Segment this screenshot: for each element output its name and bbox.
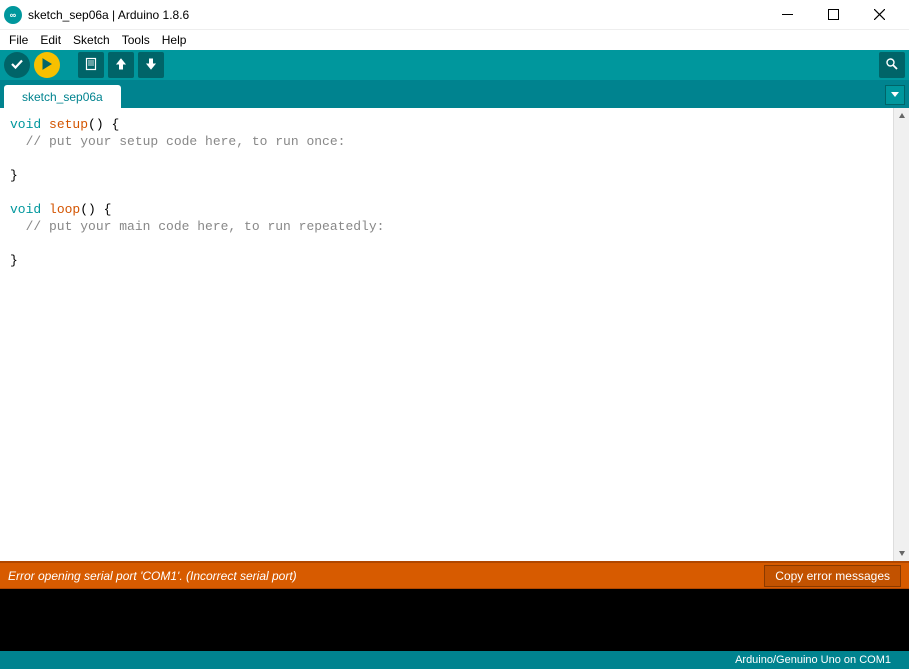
maximize-button[interactable]: [819, 4, 847, 26]
serial-monitor-button[interactable]: [879, 52, 905, 78]
arrow-up-icon: [114, 57, 128, 74]
scroll-track[interactable]: [894, 124, 909, 545]
toolbar: [0, 50, 909, 80]
menu-file[interactable]: File: [4, 33, 33, 47]
menu-sketch[interactable]: Sketch: [68, 33, 115, 47]
code-editor[interactable]: void setup() { // put your setup code he…: [0, 108, 893, 561]
close-button[interactable]: [865, 4, 893, 26]
upload-button[interactable]: [34, 52, 60, 78]
arduino-logo-icon: ∞: [4, 6, 22, 24]
menu-tools[interactable]: Tools: [117, 33, 155, 47]
file-icon: [84, 57, 98, 74]
scroll-up-arrow[interactable]: [894, 108, 909, 124]
menu-help[interactable]: Help: [157, 33, 192, 47]
vertical-scrollbar[interactable]: [893, 108, 909, 561]
open-button[interactable]: [108, 52, 134, 78]
arrow-right-icon: [40, 57, 54, 74]
board-status: Arduino/Genuino Uno on COM1: [735, 654, 891, 666]
menu-bar: File Edit Sketch Tools Help: [0, 30, 909, 50]
editor-container: void setup() { // put your setup code he…: [0, 108, 909, 561]
new-button[interactable]: [78, 52, 104, 78]
error-bar: Error opening serial port 'COM1'. (Incor…: [0, 561, 909, 589]
tab-bar: sketch_sep06a: [0, 80, 909, 108]
magnifier-icon: [885, 57, 899, 74]
tab-menu-button[interactable]: [885, 85, 905, 105]
chevron-down-icon: [890, 88, 900, 102]
arrow-down-icon: [144, 57, 158, 74]
window-title: sketch_sep06a | Arduino 1.8.6: [28, 8, 189, 22]
minimize-button[interactable]: [773, 4, 801, 26]
save-button[interactable]: [138, 52, 164, 78]
copy-error-button[interactable]: Copy error messages: [764, 565, 901, 587]
verify-button[interactable]: [4, 52, 30, 78]
check-icon: [10, 57, 24, 74]
title-bar: ∞ sketch_sep06a | Arduino 1.8.6: [0, 0, 909, 30]
menu-edit[interactable]: Edit: [35, 33, 66, 47]
window-controls: [773, 4, 905, 26]
status-bar: Arduino/Genuino Uno on COM1: [0, 651, 909, 669]
console-output[interactable]: [0, 589, 909, 651]
error-message: Error opening serial port 'COM1'. (Incor…: [8, 569, 764, 583]
scroll-down-arrow[interactable]: [894, 545, 909, 561]
sketch-tab[interactable]: sketch_sep06a: [4, 85, 121, 108]
